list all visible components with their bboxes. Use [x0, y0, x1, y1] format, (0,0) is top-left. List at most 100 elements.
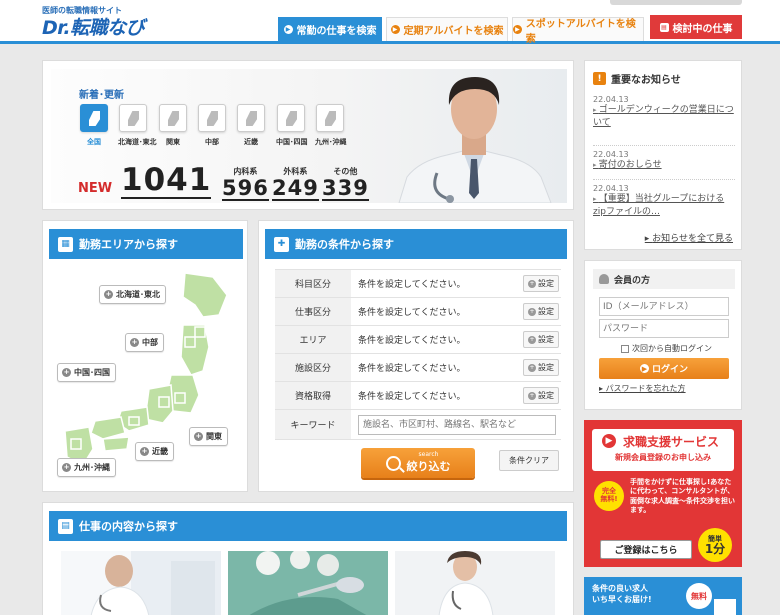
set-department-button[interactable]: + 設定 — [523, 275, 559, 292]
medical-kit-icon: ✚ — [274, 236, 289, 252]
job-content-header: ▤ 仕事の内容から探す — [49, 511, 567, 541]
area-btn-chubu[interactable]: + 中部 — [125, 333, 164, 352]
region-kinki[interactable]: 近畿 — [236, 104, 266, 147]
area-search-panel: ▦ 勤務エリアから探す + 北海道･東北 + 中部 + 中国･四国 + 近畿 + 関東 + 九… — [42, 220, 248, 492]
arrow-icon: ▶ — [639, 364, 649, 373]
clipboard-icon: ▤ — [659, 22, 669, 32]
map-icon — [237, 104, 265, 132]
support-description: 手間をかけずに仕事探し!あなたに代わって、コンサルタントが、面倒な求人調査～条件… — [630, 478, 735, 515]
count-surgical[interactable]: 外科系 249 — [272, 166, 319, 202]
area-btn-kanto[interactable]: + 関東 — [189, 427, 228, 446]
job-alert-text: 条件の良い求人 いち早くお届け! — [592, 584, 652, 605]
all-notices-link[interactable]: ▸ お知らせを全て見る — [645, 231, 733, 244]
area-btn-hokkaido-tohoku[interactable]: + 北海道･東北 — [99, 285, 166, 304]
login-id-input[interactable] — [599, 297, 729, 316]
condition-row: 資格取得 条件を設定してください。 + 設定 — [275, 381, 561, 410]
plus-icon: + — [528, 307, 536, 316]
condition-row: 施設区分 条件を設定してください。 + 設定 — [275, 353, 561, 382]
condition-search-header: ✚ 勤務の条件から探す — [265, 229, 567, 259]
condition-table: 科目区分 条件を設定してください。 + 設定 仕事区分 条件を設定してください。 … — [275, 269, 561, 440]
map-icon — [277, 104, 305, 132]
count-internal[interactable]: 内科系 596 — [222, 166, 269, 202]
tab-fulltime-search[interactable]: ▶ 常勤の仕事を検索 — [278, 17, 382, 41]
login-button[interactable]: ▶ ログイン — [599, 358, 729, 379]
set-qualification-button[interactable]: + 設定 — [523, 387, 559, 404]
condition-row: エリア 条件を設定してください。 + 設定 — [275, 325, 561, 354]
easy-one-minute-badge: 簡単 1分 — [698, 528, 732, 562]
job-content-search-panel: ▤ 仕事の内容から探す — [42, 502, 574, 615]
job-photo-checkup[interactable] — [61, 551, 221, 615]
job-photo-surgery[interactable] — [228, 551, 388, 615]
region-all[interactable]: 全国 — [79, 104, 109, 147]
set-area-button[interactable]: + 設定 — [523, 331, 559, 348]
new-label: NEW — [78, 181, 113, 196]
new-jobs-panel: 新着･更新 全国 北海道･東北 関東 中部 近畿 中国･四国 九州･沖縄 NEW… — [42, 60, 574, 210]
free-bubble: 無料 — [686, 583, 712, 609]
filter-search-button[interactable]: search 絞り込む — [361, 448, 475, 478]
envelope-icon — [714, 599, 736, 615]
keyword-input[interactable] — [358, 414, 556, 435]
building-icon: ▦ — [58, 236, 73, 252]
plus-icon: + — [528, 279, 536, 288]
site-logo[interactable]: Dr.転職なび — [42, 13, 145, 40]
important-notices: !重要なお知らせ 22.04.13ゴールデンウィークの営業日について 22.04… — [584, 60, 742, 250]
total-count[interactable]: 1041 — [121, 165, 212, 199]
arrow-icon: ▶ — [390, 25, 400, 34]
area-btn-chugoku-shikoku[interactable]: + 中国･四国 — [57, 363, 116, 382]
tab-regular-parttime-search[interactable]: ▶ 定期アルバイトを検索 — [386, 17, 508, 41]
member-login-panel: 会員の方 次回から自動ログイン ▶ログイン パスワードを忘れた方 — [584, 260, 742, 410]
arrow-icon: ▶ — [283, 25, 293, 34]
tab-spot-parttime-search[interactable]: ▶ スポットアルバイトを検索 — [512, 17, 644, 45]
member-header: 会員の方 — [593, 269, 735, 289]
plus-icon: + — [104, 290, 113, 299]
region-hokkaido-tohoku[interactable]: 北海道･東北 — [118, 104, 157, 147]
notice-item[interactable]: 22.04.13寄付のおしらせ — [593, 145, 735, 172]
free-badge: 完全 無料! — [594, 481, 624, 511]
notices-header: ! 重要なお知らせ — [593, 71, 681, 86]
region-chugoku-shikoku[interactable]: 中国･四国 — [276, 104, 308, 147]
map-icon — [316, 104, 344, 132]
arrow-icon: ▶ — [513, 25, 522, 34]
keyword-row: キーワード — [275, 409, 561, 440]
region-kyushu-okinawa[interactable]: 九州･沖縄 — [315, 104, 347, 147]
site-header: 医師の転職情報サイト Dr.転職なび ▶ 常勤の仕事を検索 ▶ 定期アルバイトを検索… — [0, 0, 780, 45]
plus-icon: + — [528, 363, 536, 372]
search-icon — [385, 455, 401, 471]
plus-icon: + — [528, 335, 536, 344]
condition-row: 仕事区分 条件を設定してください。 + 設定 — [275, 297, 561, 326]
register-button[interactable]: ご登録はこちら — [600, 540, 692, 559]
tab-considering-jobs[interactable]: ▤ 検討中の仕事 — [650, 15, 742, 39]
auto-login-checkbox[interactable]: 次回から自動ログイン — [621, 343, 712, 354]
checkbox-icon[interactable] — [621, 344, 629, 353]
map-icon — [119, 104, 147, 132]
plus-icon: + — [140, 447, 149, 456]
job-support-banner[interactable]: ▶ 求職支援サービス 新規会員登録のお申し込み 完全 無料! 手間をかけずに仕事探… — [584, 420, 742, 567]
arrow-icon: ▶ — [602, 434, 616, 448]
count-other[interactable]: その他 339 — [322, 166, 369, 202]
plus-icon: + — [62, 368, 71, 377]
exclamation-icon: ! — [593, 72, 606, 85]
plus-icon: + — [528, 391, 536, 400]
job-photo-nurse-doctor[interactable] — [395, 551, 555, 615]
notice-item[interactable]: 22.04.13ゴールデンウィークの営業日について — [593, 91, 735, 129]
condition-search-panel: ✚ 勤務の条件から探す 科目区分 条件を設定してください。 + 設定 仕事区分 条件… — [258, 220, 574, 492]
map-icon — [159, 104, 187, 132]
plus-icon: + — [130, 338, 139, 347]
new-updated-title: 新着･更新 — [79, 90, 124, 101]
region-chubu[interactable]: 中部 — [197, 104, 227, 147]
region-kanto[interactable]: 関東 — [158, 104, 188, 147]
map-icon — [80, 104, 108, 132]
map-icon — [198, 104, 226, 132]
area-btn-kinki[interactable]: + 近畿 — [135, 442, 174, 461]
job-alert-banner[interactable]: 条件の良い求人 いち早くお届け! 無料 — [584, 577, 742, 615]
area-btn-kyushu-okinawa[interactable]: + 九州･沖縄 — [57, 458, 116, 477]
login-password-input[interactable] — [599, 319, 729, 338]
notice-item[interactable]: 22.04.13【重要】当社グループにおけるzipファイルの… — [593, 179, 735, 218]
support-title-box: ▶ 求職支援サービス 新規会員登録のお申し込み — [592, 429, 734, 471]
top-utility-bar — [610, 0, 742, 5]
set-facility-button[interactable]: + 設定 — [523, 359, 559, 376]
set-job-type-button[interactable]: + 設定 — [523, 303, 559, 320]
forgot-password-link[interactable]: パスワードを忘れた方 — [599, 383, 686, 394]
area-search-header: ▦ 勤務エリアから探す — [49, 229, 243, 259]
clear-conditions-button[interactable]: 条件クリア — [499, 450, 559, 471]
